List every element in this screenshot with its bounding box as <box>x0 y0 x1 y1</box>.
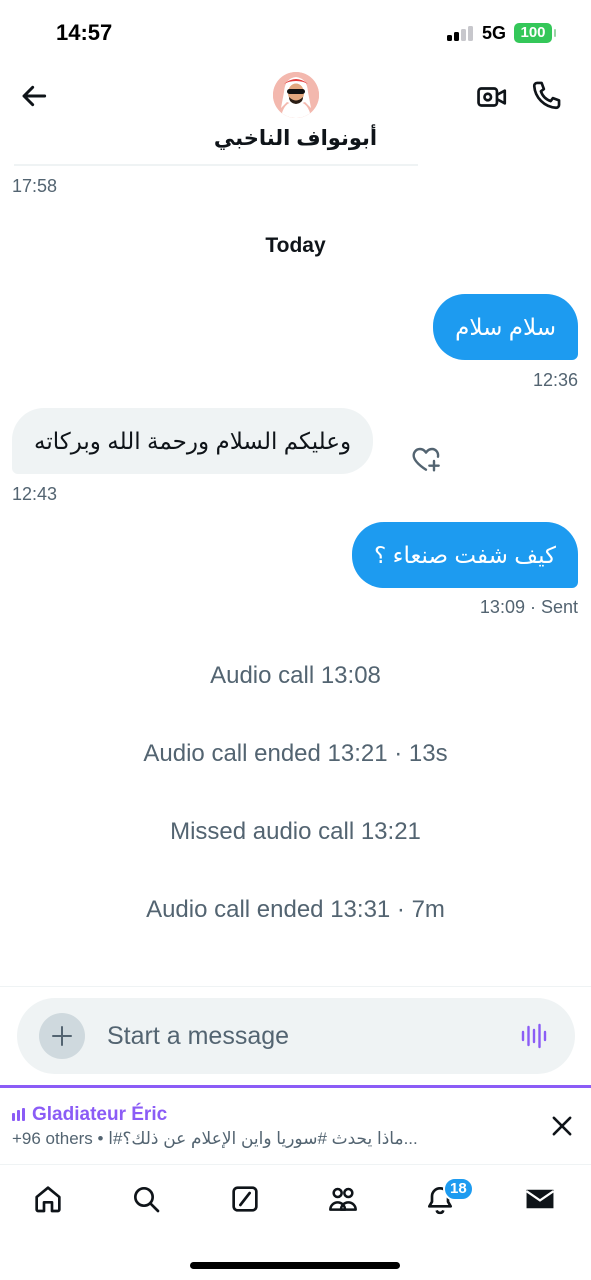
cellular-signal-icon <box>447 25 475 41</box>
date-separator: Today <box>265 234 326 257</box>
home-indicator <box>190 1262 400 1269</box>
back-button[interactable] <box>18 80 50 112</box>
status-bar: 14:57 5G 100 <box>0 0 591 62</box>
video-call-button[interactable] <box>475 80 509 114</box>
communities-icon <box>329 1187 357 1211</box>
live-audio-icon <box>12 1108 25 1121</box>
phone-icon <box>532 81 561 110</box>
header-divider <box>14 164 418 166</box>
battery-icon: 100 <box>514 23 556 43</box>
add-reaction-button[interactable] <box>410 443 442 475</box>
space-subtitle: +96 others • ماذا يحدث #سوريا واين الإعل… <box>12 1129 418 1148</box>
search-icon <box>134 1187 160 1213</box>
heart-plus-icon <box>412 447 440 472</box>
call-event[interactable]: Audio call ended 13:31 · 7m <box>0 896 591 924</box>
contact-name[interactable]: أبونواف الناخبي <box>0 126 591 151</box>
space-host: Gladiateur Éric <box>12 1104 167 1126</box>
message-bubble-outgoing[interactable]: سلام سلام <box>433 294 578 360</box>
home-icon <box>35 1186 61 1213</box>
call-event[interactable]: Audio call 13:08 <box>0 662 591 690</box>
space-host-name: Gladiateur Éric <box>32 1104 168 1125</box>
voice-waveform-icon <box>521 1023 547 1049</box>
voice-message-button[interactable] <box>519 1021 549 1051</box>
grok-icon <box>232 1186 258 1212</box>
tab-home[interactable] <box>28 1179 68 1219</box>
message-input[interactable] <box>107 998 497 1074</box>
message-timestamp: 12:36 <box>532 370 578 390</box>
message-bubble-outgoing[interactable]: كيف شفت صنعاء ؟ <box>352 522 578 588</box>
tab-search[interactable] <box>126 1179 166 1219</box>
add-attachment-button[interactable] <box>39 1013 85 1059</box>
live-space-banner[interactable]: Gladiateur Éric +96 others • ماذا يحدث #… <box>0 1088 591 1164</box>
tab-communities[interactable] <box>323 1179 363 1219</box>
messages-icon <box>525 1189 555 1209</box>
tab-grok[interactable] <box>225 1179 265 1219</box>
status-time: 14:57 <box>56 20 113 45</box>
video-call-icon <box>477 87 507 107</box>
plus-icon <box>52 1026 72 1046</box>
conversation-header: أبونواف الناخبي <box>0 62 591 166</box>
network-type: 5G <box>482 23 507 43</box>
close-space-button[interactable] <box>548 1112 576 1140</box>
tab-messages[interactable] <box>520 1179 560 1219</box>
contact-avatar[interactable] <box>273 72 319 118</box>
message-bubble-incoming[interactable]: وعليكم السلام ورحمة الله وبركاته <box>12 408 374 474</box>
message-timestamp: 12:43 <box>12 484 58 504</box>
call-event[interactable]: Audio call ended 13:21 · 13s <box>0 740 591 768</box>
message-composer <box>17 998 575 1074</box>
message-timestamp: 17:58 <box>12 176 58 196</box>
call-event[interactable]: Missed audio call 13:21 <box>0 818 591 846</box>
composer-divider <box>0 986 591 987</box>
close-icon <box>552 1116 572 1136</box>
audio-call-button[interactable] <box>530 78 564 112</box>
notifications-badge: 18 <box>443 1177 474 1201</box>
back-arrow-icon <box>22 85 47 107</box>
message-status: 13:09 · Sent <box>479 597 578 617</box>
